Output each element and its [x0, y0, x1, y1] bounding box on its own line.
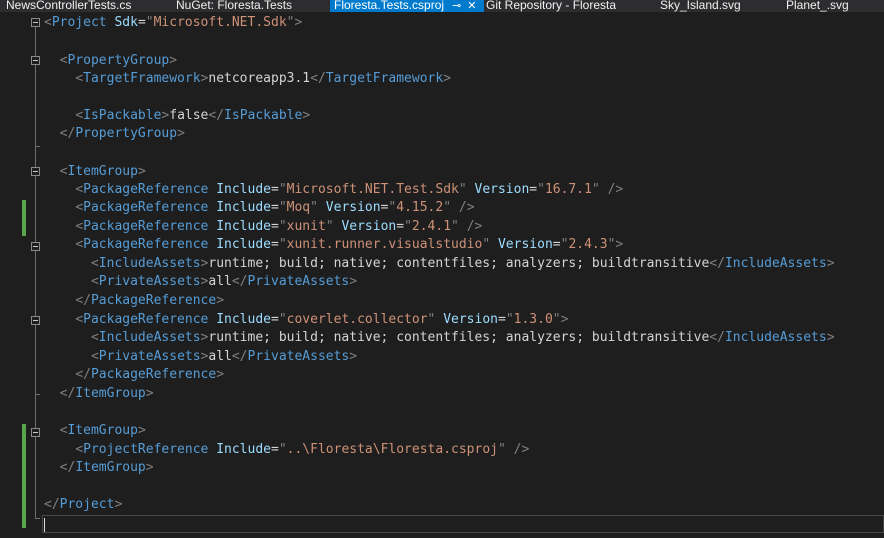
- code-line: <IncludeAssets>runtime; build; native; c…: [90, 330, 835, 345]
- close-icon[interactable]: ✕: [467, 1, 476, 12]
- tab-news-controller-tests[interactable]: NewsControllerTests.cs: [2, 0, 156, 12]
- code-line: <PackageReference Include="coverlet.coll…: [75, 312, 569, 327]
- code-line: <ItemGroup>: [59, 423, 146, 438]
- collapse-item-group-icon[interactable]: [31, 167, 40, 176]
- collapse-package-reference-icon[interactable]: [31, 316, 40, 325]
- code-line: </ItemGroup>: [59, 386, 154, 401]
- code-line: <PrivateAssets>all</PrivateAssets>: [90, 349, 358, 364]
- code-line: <PackageReference Include="Microsoft.NET…: [75, 182, 624, 197]
- code-line: </PackageReference>: [75, 293, 225, 308]
- collapse-property-group-icon[interactable]: [31, 56, 40, 65]
- tab-sky-island-svg[interactable]: Sky_Island.svg: [656, 0, 780, 12]
- code-line: <PackageReference Include="Moq" Version=…: [75, 200, 475, 215]
- tab-planet-svg[interactable]: Planet_.svg: [782, 0, 884, 12]
- tab-git-repository-floresta[interactable]: Git Repository - Floresta: [482, 0, 654, 12]
- code-line: </ItemGroup>: [59, 460, 154, 475]
- code-line: <IncludeAssets>runtime; build; native; c…: [90, 256, 835, 271]
- code-line: <PrivateAssets>all</PrivateAssets>: [90, 274, 358, 289]
- code-line: </Project>: [44, 497, 123, 512]
- code-line: <PackageReference Include="xunit" Versio…: [75, 219, 483, 234]
- code-line: <ProjectReference Include="..\Floresta\F…: [75, 442, 530, 457]
- outlining-margin: [26, 12, 40, 538]
- tab-floresta-tests-csproj[interactable]: Floresta.Tests.csproj ⊸ ✕: [330, 0, 484, 12]
- current-line-highlight: [42, 515, 884, 533]
- code-line: </PropertyGroup>: [59, 126, 185, 141]
- document-tab-bar: NewsControllerTests.cs NuGet: Floresta.T…: [0, 0, 884, 12]
- pin-icon[interactable]: ⊸: [452, 1, 461, 12]
- code-line: <IsPackable>false</IsPackable>: [75, 108, 311, 123]
- code-line: </PackageReference>: [75, 367, 225, 382]
- code-line: <PackageReference Include="xunit.runner.…: [75, 237, 624, 252]
- code-line: <TargetFramework>netcoreapp3.1</TargetFr…: [75, 71, 452, 86]
- code-line: <Project Sdk="Microsoft.NET.Sdk">: [44, 15, 303, 30]
- collapse-item-group-icon[interactable]: [31, 428, 40, 437]
- tab-nuget-floresta-tests[interactable]: NuGet: Floresta.Tests: [172, 0, 322, 12]
- code-line: <PropertyGroup>: [59, 53, 178, 68]
- collapse-project-icon[interactable]: [31, 18, 40, 27]
- code-editor[interactable]: <Project Sdk="Microsoft.NET.Sdk"> <Prope…: [44, 12, 884, 538]
- text-caret: [44, 518, 45, 532]
- code-line: <ItemGroup>: [59, 164, 146, 179]
- editor-margin: [0, 12, 26, 538]
- collapse-package-reference-icon[interactable]: [31, 242, 40, 251]
